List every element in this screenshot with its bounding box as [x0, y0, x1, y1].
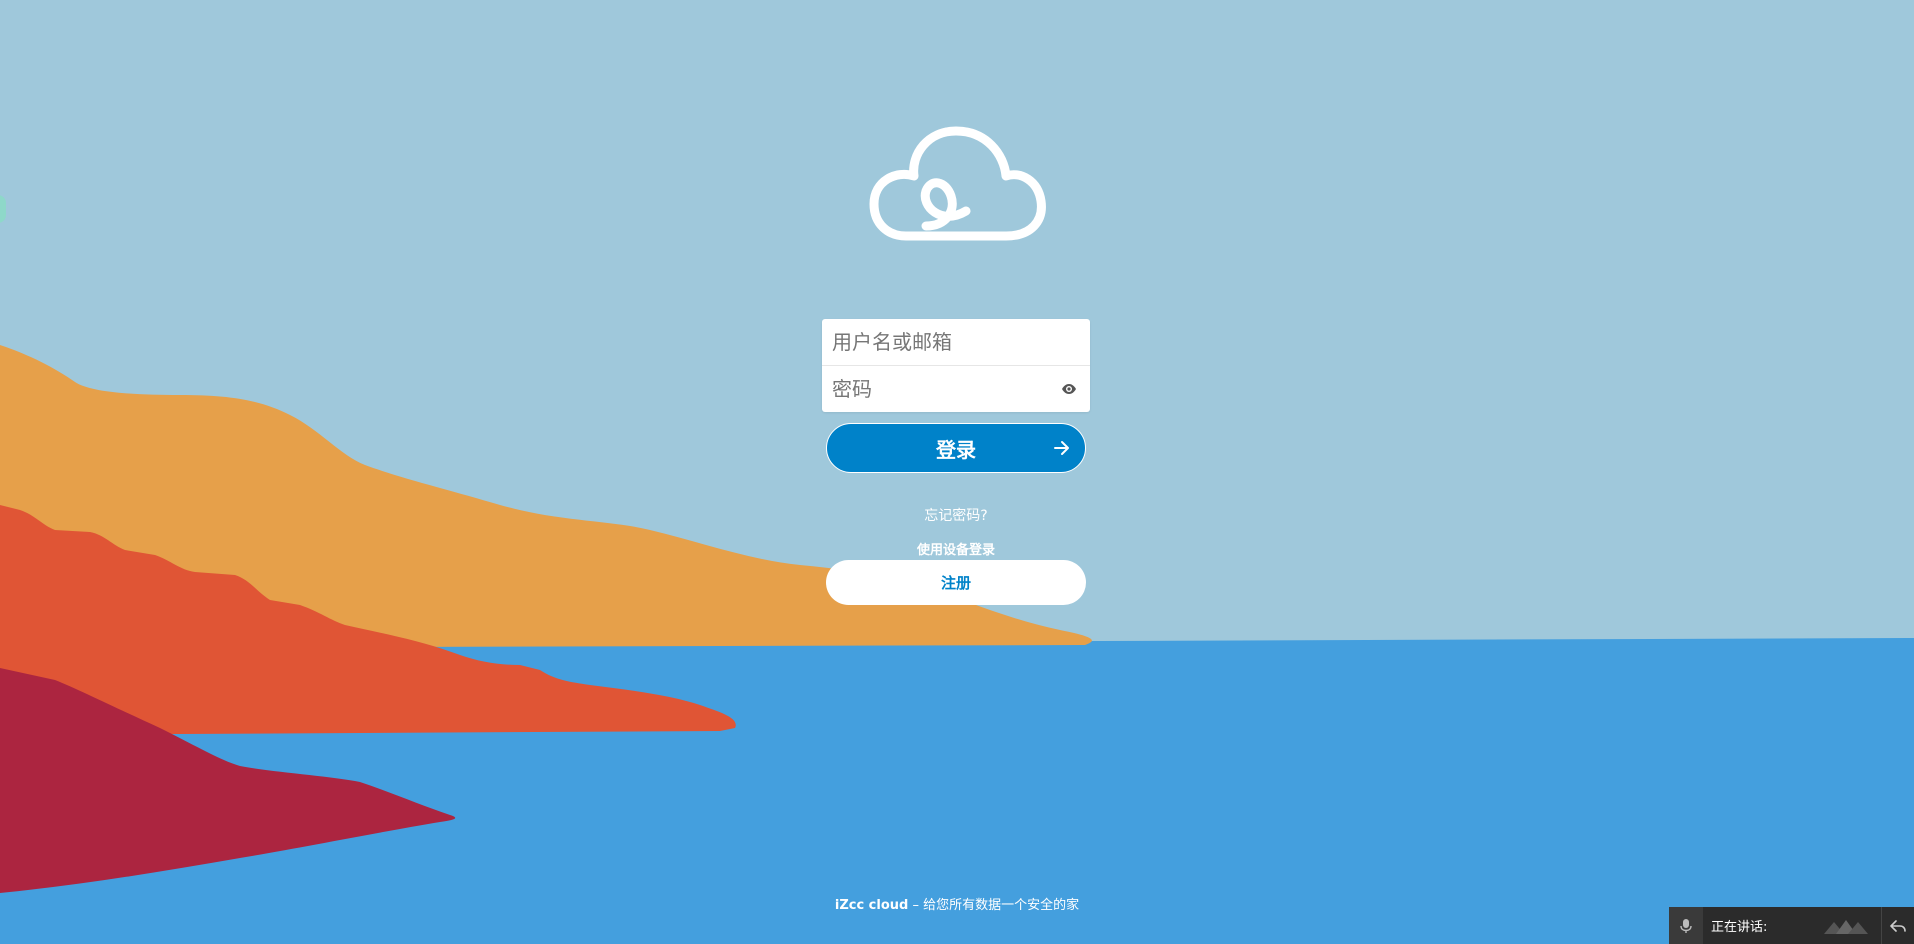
forgot-password-link[interactable]: 忘记密码? [826, 505, 1086, 525]
eye-icon[interactable] [1061, 381, 1077, 397]
mic-icon[interactable] [1669, 907, 1703, 944]
speak-status-label: 正在讲话: [1711, 920, 1768, 935]
device-login-link[interactable]: 使用设备登录 [826, 539, 1086, 558]
footer-separator: – [908, 898, 924, 913]
register-button[interactable]: 注册 [826, 560, 1086, 605]
login-button[interactable]: 登录 [826, 423, 1086, 473]
footer-brand[interactable]: iZcc cloud [835, 898, 908, 913]
username-input[interactable] [822, 319, 1090, 365]
speak-status-bar: 正在讲话: [1669, 907, 1914, 944]
password-input[interactable] [822, 366, 1090, 412]
reply-icon[interactable] [1881, 907, 1914, 944]
login-button-label: 登录 [936, 437, 976, 462]
footer: iZcc cloud – 给您所有数据一个安全的家 [757, 894, 1157, 913]
arrow-right-icon [1054, 441, 1069, 455]
speaker-avatars-icon [1824, 920, 1868, 934]
username-field-wrapper [822, 319, 1090, 365]
cloud-icon [869, 126, 1046, 241]
password-field-wrapper [822, 365, 1090, 412]
login-form [822, 319, 1090, 412]
register-button-label: 注册 [940, 574, 971, 592]
footer-slogan: 给您所有数据一个安全的家 [923, 898, 1080, 913]
